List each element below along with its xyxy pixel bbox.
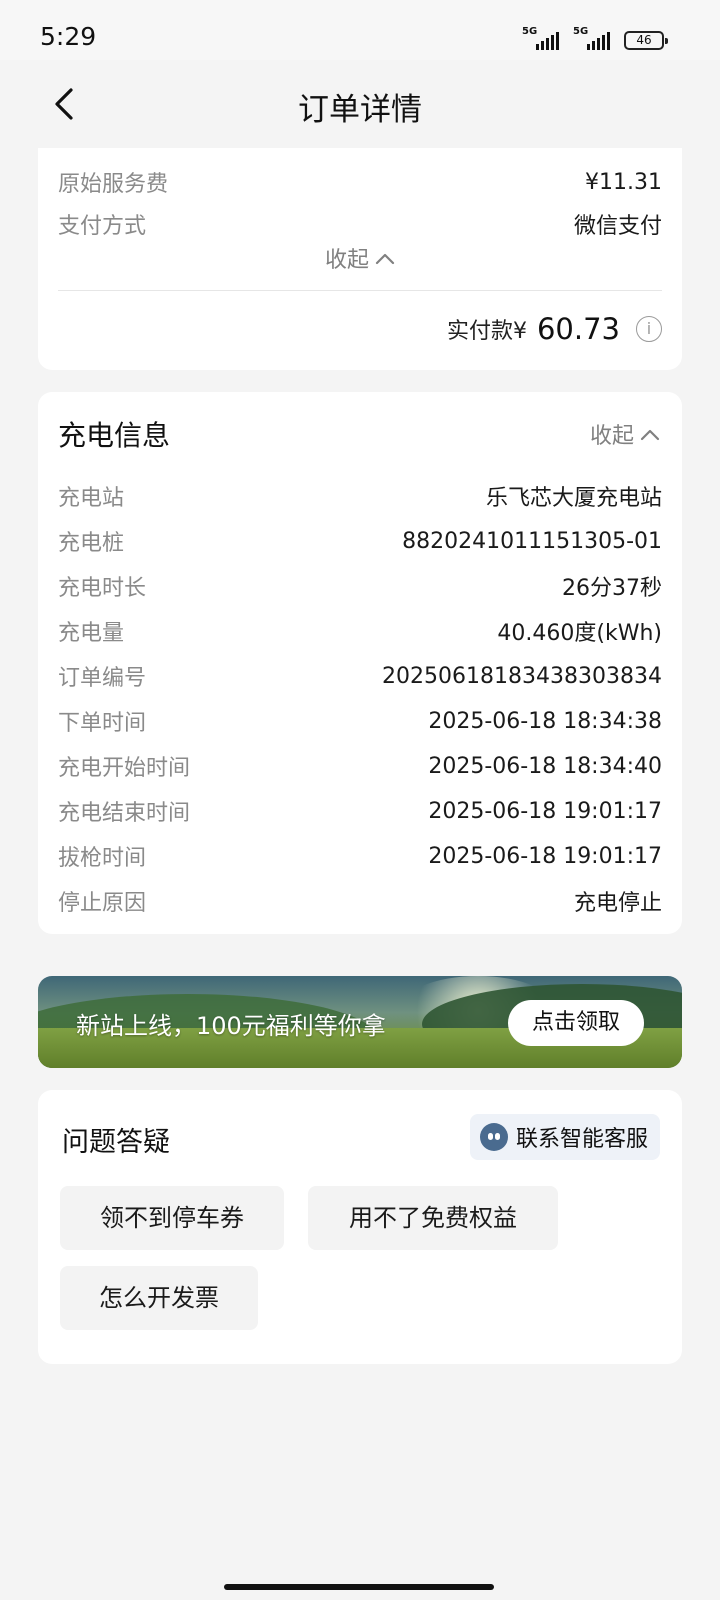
signal-icon: 5G <box>573 26 610 50</box>
row-label: 原始服务费 <box>58 172 169 197</box>
row-value: ¥11.31 <box>585 169 662 195</box>
info-icon[interactable]: i <box>636 316 662 342</box>
collapse-label: 收起 <box>324 248 369 273</box>
row-label: 充电开始时间 <box>58 756 191 781</box>
info-row: 订单编号 20250618183438303834 <box>58 660 662 692</box>
faq-chip[interactable]: 怎么开发票 <box>60 1266 258 1330</box>
info-row: 充电量 40.460度(kWh) <box>58 615 662 647</box>
row-value: 微信支付 <box>573 214 662 239</box>
status-bar: 5:29 5G 5G 46 <box>0 0 720 60</box>
faq-title: 问题答疑 <box>62 1127 170 1158</box>
paid-amount: 60.73 <box>536 312 620 346</box>
row-label: 充电时长 <box>58 576 147 601</box>
collapse-button[interactable]: 收起 <box>590 418 660 450</box>
page-title: 订单详情 <box>298 92 422 128</box>
row-label: 订单编号 <box>58 666 147 691</box>
section-title: 充电信息 <box>58 419 171 452</box>
row-label: 充电量 <box>58 621 125 646</box>
faq-chip[interactable]: 领不到停车券 <box>60 1186 284 1250</box>
charging-info-card: 充电信息 收起 充电站 乐飞芯大厦充电站 充电桩 882024101115130… <box>38 392 682 934</box>
info-row: 充电开始时间 2025-06-18 18:34:40 <box>58 750 662 782</box>
row-value: 40.460度(kWh) <box>497 621 662 646</box>
info-row: 充电桩 8820241011151305-01 <box>58 525 662 557</box>
signal-icon: 5G <box>522 26 559 50</box>
info-row: 下单时间 2025-06-18 18:34:38 <box>58 705 662 737</box>
info-row: 停止原因 充电停止 <box>58 885 662 917</box>
battery-icon: 46 <box>624 31 668 50</box>
promo-banner[interactable]: 新站上线，100元福利等你拿 点击领取 <box>38 976 682 1068</box>
info-row: 充电站 乐飞芯大厦充电站 <box>58 480 662 512</box>
row-label: 充电桩 <box>58 531 125 556</box>
row-value: 26分37秒 <box>562 576 662 601</box>
row-value: 2025-06-18 18:34:40 <box>428 753 662 779</box>
row-label: 拔枪时间 <box>58 846 147 871</box>
row-value: 2025-06-18 19:01:17 <box>428 798 662 824</box>
claim-button[interactable]: 点击领取 <box>508 1000 644 1046</box>
banner-text: 新站上线，100元福利等你拿 <box>76 1012 386 1040</box>
row-value: 8820241011151305-01 <box>402 528 662 554</box>
robot-icon <box>479 1123 508 1151</box>
paid-total: 实付款¥ 60.73 i <box>447 312 662 346</box>
row-value: 20250618183438303834 <box>382 663 662 689</box>
row-label: 停止原因 <box>58 891 147 916</box>
info-row: 充电结束时间 2025-06-18 19:01:17 <box>58 795 662 827</box>
collapse-label: 收起 <box>589 424 634 449</box>
status-icons: 5G 5G 46 <box>522 24 668 50</box>
payment-card: 原始服务费 ¥11.31 支付方式 微信支付 收起 实付款¥ 60.73 i <box>38 148 682 370</box>
row-value: 2025-06-18 19:01:17 <box>428 843 662 869</box>
page-header: 订单详情 <box>0 60 720 150</box>
support-label: 联系智能客服 <box>515 1127 648 1152</box>
chevron-up-icon <box>640 429 660 441</box>
row-label: 充电站 <box>58 486 125 511</box>
row-value: 乐飞芯大厦充电站 <box>485 486 662 511</box>
row-label: 充电结束时间 <box>58 801 191 826</box>
contact-support-button[interactable]: 联系智能客服 <box>469 1114 660 1160</box>
home-indicator[interactable] <box>224 1584 494 1590</box>
faq-card: 问题答疑 联系智能客服 领不到停车券 用不了免费权益 怎么开发票 <box>38 1090 682 1364</box>
chevron-up-icon <box>375 253 395 265</box>
faq-chip[interactable]: 用不了免费权益 <box>308 1186 558 1250</box>
row-label: 支付方式 <box>58 214 147 239</box>
collapse-button[interactable]: 收起 <box>325 242 395 274</box>
row-label: 下单时间 <box>58 711 147 736</box>
divider <box>58 290 662 291</box>
payment-row: 支付方式 微信支付 <box>58 208 662 240</box>
status-time: 5:29 <box>40 22 97 51</box>
paid-label: 实付款¥ <box>446 319 527 344</box>
row-value: 充电停止 <box>573 891 662 916</box>
payment-row: 原始服务费 ¥11.31 <box>58 166 662 198</box>
info-row: 充电时长 26分37秒 <box>58 570 662 602</box>
info-row: 拔枪时间 2025-06-18 19:01:17 <box>58 840 662 872</box>
row-value: 2025-06-18 18:34:38 <box>428 708 662 734</box>
